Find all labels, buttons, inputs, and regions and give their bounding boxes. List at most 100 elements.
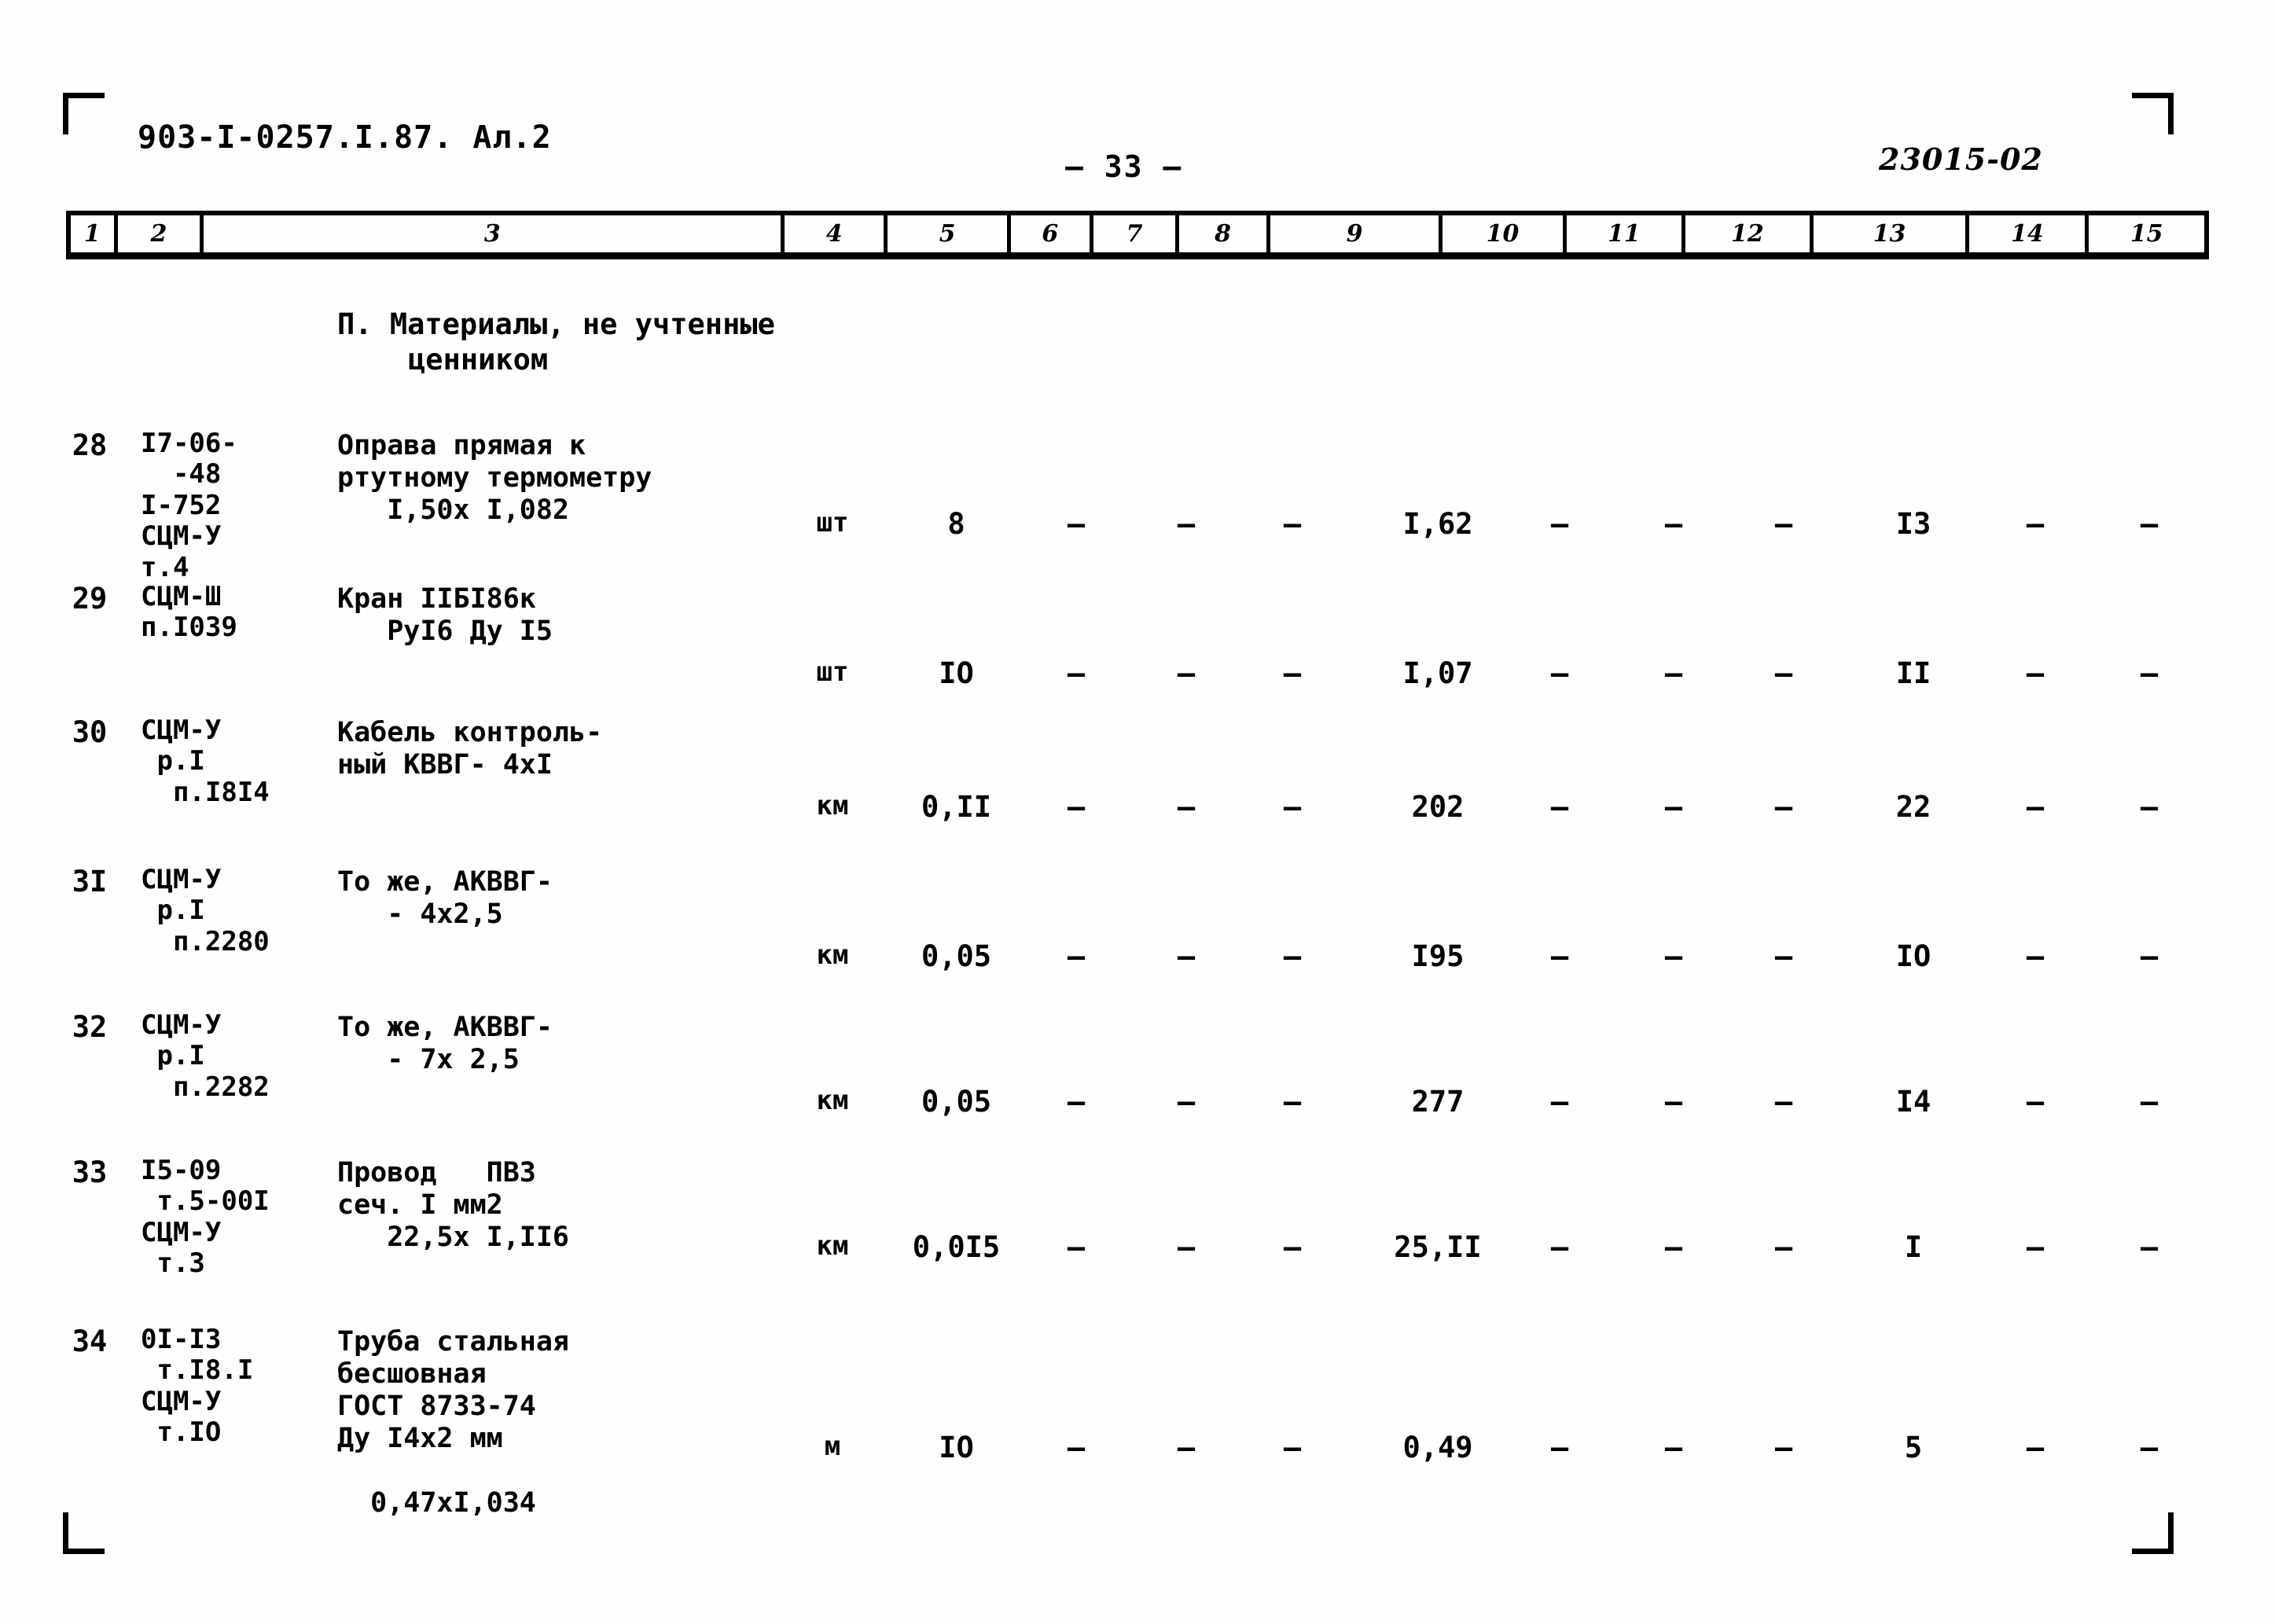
registration-mark-top-left xyxy=(63,93,105,134)
row-position-number: 29 xyxy=(72,582,108,615)
column-header-4: 4 xyxy=(785,215,888,252)
row-col14-value: — xyxy=(2026,1431,2045,1464)
row-col10-value: — xyxy=(1550,1085,1569,1119)
column-header-6: 6 xyxy=(1011,215,1093,252)
row-unit: км xyxy=(816,1230,849,1262)
row-col7-value: — xyxy=(1177,507,1196,541)
column-header-14: 14 xyxy=(1969,215,2089,252)
column-header-5: 5 xyxy=(888,215,1012,252)
row-col15-value: — xyxy=(2140,790,2159,824)
row-col14-value: — xyxy=(2026,1085,2045,1119)
row-col11-value: — xyxy=(1664,1230,1683,1264)
row-source-code: СЦМ-У р.I п.2282 xyxy=(141,1009,270,1103)
column-header-8: 8 xyxy=(1179,215,1270,252)
section-title-line-1: П. Материалы, не учтенные xyxy=(337,307,775,341)
column-header-2: 2 xyxy=(118,215,204,252)
row-material-name: Труба стальная бесшовная ГОСТ 8733-74 Ду… xyxy=(337,1326,570,1519)
row-col10-value: — xyxy=(1550,507,1569,541)
row-source-code: I7-06- -48 I-752 СЦМ-У т.4 xyxy=(141,428,237,583)
row-col13-value: II xyxy=(1895,656,1931,690)
row-col12-value: — xyxy=(1774,1230,1793,1264)
row-position-number: 32 xyxy=(72,1010,108,1044)
row-material-name: Кран IIБI86к РуI6 Ду I5 xyxy=(337,583,553,647)
row-col14-value: — xyxy=(2026,939,2045,973)
row-unit: км xyxy=(816,939,849,971)
registration-mark-top-right xyxy=(2132,93,2174,134)
row-col6-value: — xyxy=(1067,1431,1086,1464)
row-quantity: 0,05 xyxy=(921,1085,992,1119)
row-position-number: 28 xyxy=(72,428,108,462)
row-col15-value: — xyxy=(2140,939,2159,973)
row-col11-value: — xyxy=(1664,939,1683,973)
column-header-7: 7 xyxy=(1093,215,1180,252)
row-col12-value: — xyxy=(1774,1085,1793,1119)
row-col14-value: — xyxy=(2026,507,2045,541)
column-header-10: 10 xyxy=(1443,215,1567,252)
row-quantity: 0,0I5 xyxy=(912,1230,1001,1264)
row-col11-value: — xyxy=(1664,790,1683,824)
column-header-9: 9 xyxy=(1270,215,1443,252)
column-header-1: 1 xyxy=(71,215,118,252)
row-col15-value: — xyxy=(2140,1230,2159,1264)
row-col14-value: — xyxy=(2026,790,2045,824)
row-col12-value: — xyxy=(1774,507,1793,541)
row-col6-value: — xyxy=(1067,507,1086,541)
document-code: 903-I-0257.I.87. Ал.2 xyxy=(138,119,552,156)
row-quantity: IO xyxy=(939,1431,974,1464)
row-col6-value: — xyxy=(1067,939,1086,973)
archive-code: 23015-02 xyxy=(1879,141,2043,177)
row-col10-value: — xyxy=(1550,1230,1569,1264)
row-col6-value: — xyxy=(1067,1085,1086,1119)
row-quantity: 0,II xyxy=(921,790,992,824)
row-col6-value: — xyxy=(1067,790,1086,824)
row-source-code: СЦМ-У р.I п.2280 xyxy=(141,864,270,957)
row-quantity: 8 xyxy=(947,507,965,541)
row-unit: км xyxy=(816,790,849,821)
page-number: — 33 — xyxy=(1065,149,1183,184)
row-col12-value: — xyxy=(1774,939,1793,973)
registration-mark-bottom-left xyxy=(63,1512,105,1554)
section-title-line-2: ценником xyxy=(408,343,549,377)
row-col8-value: — xyxy=(1283,656,1302,690)
row-quantity: IO xyxy=(939,656,974,690)
row-col10-value: — xyxy=(1550,1431,1569,1464)
row-col14-value: — xyxy=(2026,1230,2045,1264)
scanned-page: 903-I-0257.I.87. Ал.2 — 33 — 23015-02 12… xyxy=(0,0,2275,1624)
column-header-3: 3 xyxy=(204,215,785,252)
row-col6-value: — xyxy=(1067,656,1086,690)
row-col13-value: 5 xyxy=(1904,1431,1923,1464)
row-col12-value: — xyxy=(1774,1431,1793,1464)
row-col7-value: — xyxy=(1177,790,1196,824)
row-col12-value: — xyxy=(1774,790,1793,824)
row-source-code: СЦМ-Ш п.I039 xyxy=(141,581,237,644)
row-col8-value: — xyxy=(1283,1230,1302,1264)
row-col15-value: — xyxy=(2140,507,2159,541)
row-source-code: 0I-I3 т.I8.I СЦМ-У т.IO xyxy=(141,1324,254,1449)
row-col6-value: — xyxy=(1067,1230,1086,1264)
row-source-code: I5-09 т.5-00I СЦМ-У т.3 xyxy=(141,1155,270,1280)
row-position-number: 3I xyxy=(72,865,108,898)
column-header-13: 13 xyxy=(1814,215,1970,252)
row-unit: м xyxy=(824,1431,841,1462)
row-col7-value: — xyxy=(1177,939,1196,973)
row-unit: шт xyxy=(816,656,849,688)
row-col15-value: — xyxy=(2140,1085,2159,1119)
row-col11-value: — xyxy=(1664,1431,1683,1464)
row-col10-value: — xyxy=(1550,939,1569,973)
row-col8-value: — xyxy=(1283,790,1302,824)
row-material-name: Оправа прямая к ртутному термометру I,50… xyxy=(337,430,652,526)
row-unit: шт xyxy=(816,507,849,538)
section-title: П. Материалы, не учтенные ценником xyxy=(337,307,775,377)
row-col13-value: I4 xyxy=(1895,1085,1931,1119)
row-position-number: 34 xyxy=(72,1325,108,1358)
row-unit: км xyxy=(816,1085,849,1116)
row-position-number: 30 xyxy=(72,715,108,749)
row-col15-value: — xyxy=(2140,1431,2159,1464)
row-col8-value: — xyxy=(1283,507,1302,541)
row-col11-value: — xyxy=(1664,1085,1683,1119)
column-header-15: 15 xyxy=(2130,220,2163,248)
row-col7-value: — xyxy=(1177,656,1196,690)
row-col15-value: — xyxy=(2140,656,2159,690)
column-header-11: 11 xyxy=(1567,215,1686,252)
column-number-header: 1 2 3 4 5 6 7 8 9 10 11 12 13 14 15 xyxy=(66,211,2209,259)
